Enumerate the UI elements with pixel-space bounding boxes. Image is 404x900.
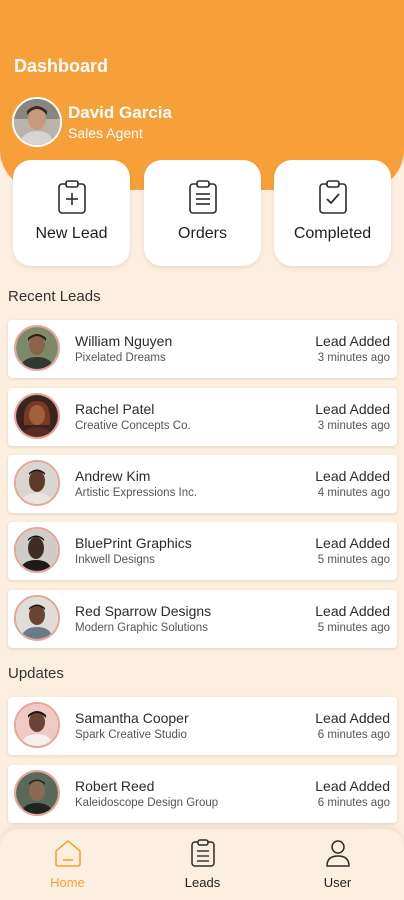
lead-company: Spark Creative Studio [75,729,187,741]
lead-name: Red Sparrow Designs [75,603,212,619]
clipboard-list-icon [188,180,217,214]
lead-company: Pixelated Dreams [75,352,166,364]
orders-label: Orders [178,225,227,242]
page-title: Dashboard [14,56,109,76]
lead-card[interactable]: Andrew Kim Artistic Expressions Inc. Lea… [8,455,397,513]
lead-card[interactable]: BluePrint Graphics Inkwell Designs Lead … [8,522,397,580]
lead-time: 5 minutes ago [317,622,390,634]
user-icon [325,840,350,867]
avatar [14,595,60,641]
lead-time: 6 minutes ago [317,729,390,741]
lead-status: Lead Added [315,333,390,349]
recent-leads-heading: Recent Leads [8,288,101,305]
lead-status: Lead Added [315,778,390,794]
clipboard-check-icon [318,180,347,214]
lead-name: Rachel Patel [75,401,155,417]
lead-status: Lead Added [315,710,390,726]
lead-name: William Nguyen [75,333,173,349]
lead-time: 5 minutes ago [317,554,390,566]
nav-user[interactable]: User [270,829,404,900]
avatar [14,325,60,371]
completed-button[interactable]: Completed [274,160,391,266]
lead-name: Samantha Cooper [75,710,189,726]
lead-status: Lead Added [315,603,390,619]
lead-card[interactable]: Red Sparrow Designs Modern Graphic Solut… [8,590,397,648]
lead-time: 3 minutes ago [317,352,390,364]
avatar [14,460,60,506]
nav-user-label: User [323,875,352,890]
avatar [14,770,60,816]
nav-leads-label: Leads [184,875,221,890]
bottom-nav: Home Leads User [0,829,404,900]
lead-name: BluePrint Graphics [75,535,192,551]
updates-heading: Updates [8,665,64,682]
lead-status: Lead Added [315,535,390,551]
clipboard-plus-icon [57,180,86,214]
new-lead-label: New Lead [35,225,108,242]
quick-actions: New Lead Orders Completed [13,160,391,266]
lead-time: 6 minutes ago [317,797,390,809]
new-lead-button[interactable]: New Lead [13,160,130,266]
leads-clipboard-icon [190,839,215,867]
lead-card[interactable]: William Nguyen Pixelated Dreams Lead Add… [8,320,397,378]
orders-button[interactable]: Orders [144,160,261,266]
avatar [12,97,62,147]
home-icon [54,840,81,867]
completed-label: Completed [293,225,372,242]
lead-name: Andrew Kim [75,468,151,484]
nav-home[interactable]: Home [0,829,135,900]
avatar [14,393,60,439]
lead-time: 3 minutes ago [317,420,390,432]
profile[interactable]: David Garcia Sales Agent [12,97,172,147]
user-name: David Garcia [68,103,172,122]
lead-status: Lead Added [315,401,390,417]
lead-company: Modern Graphic Solutions [75,622,208,634]
avatar [14,702,60,748]
lead-status: Lead Added [315,468,390,484]
lead-card[interactable]: Rachel Patel Creative Concepts Co. Lead … [8,388,397,446]
lead-company: Creative Concepts Co. [75,420,191,432]
lead-company: Kaleidoscope Design Group [75,797,219,809]
nav-leads[interactable]: Leads [135,829,270,900]
lead-name: Robert Reed [75,778,155,794]
lead-time: 4 minutes ago [317,487,390,499]
avatar [14,527,60,573]
nav-home-label: Home [50,875,85,890]
user-role: Sales Agent [68,125,143,141]
update-card[interactable]: Robert Reed Kaleidoscope Design Group Le… [8,765,397,823]
lead-company: Inkwell Designs [75,554,155,566]
lead-company: Artistic Expressions Inc. [75,487,198,499]
update-card[interactable]: Samantha Cooper Spark Creative Studio Le… [8,697,397,755]
